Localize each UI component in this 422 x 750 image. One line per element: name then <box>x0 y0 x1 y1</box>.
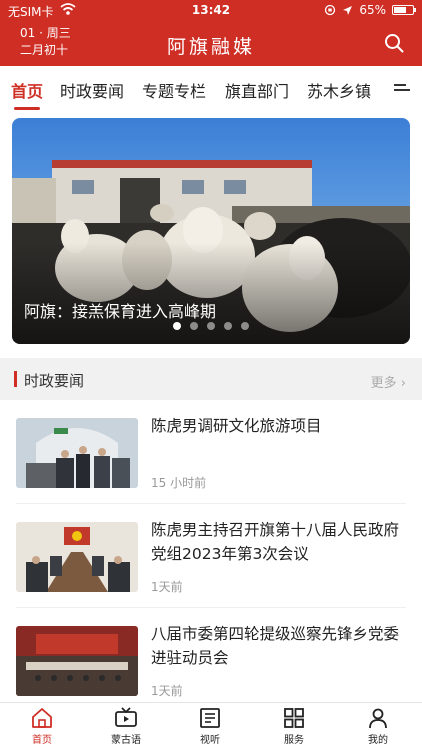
bottom-nav: 首页 蒙古语 视听 服务 我的 <box>0 702 422 750</box>
battery-icon <box>392 5 416 15</box>
news-thumbnail <box>16 626 138 696</box>
news-item[interactable]: 陈虎男主持召开旗第十八届人民政府党组2023年第3次会议 1天前 <box>0 504 422 608</box>
news-item[interactable]: 八届市委第四轮提级巡察先锋乡党委进驻动员会 1天前 <box>0 608 422 712</box>
carousel-dot-5[interactable] <box>241 322 249 330</box>
tab-townships[interactable]: 苏木乡镇 <box>307 78 371 102</box>
nav-label: 服务 <box>284 735 304 746</box>
active-tab-indicator <box>14 107 40 110</box>
tab-politics-news[interactable]: 时政要闻 <box>60 78 124 102</box>
app-header: 01 · 周三 二月初十 阿旗融媒 <box>0 20 422 66</box>
nav-label: 我的 <box>368 735 388 746</box>
app-title: 阿旗融媒 <box>166 36 255 58</box>
nav-profile[interactable]: 我的 <box>336 703 420 750</box>
nav-media[interactable]: 视听 <box>168 703 252 750</box>
status-bar: 无SIM卡 13:42 65% <box>0 0 422 20</box>
user-icon <box>369 708 387 729</box>
tab-home[interactable]: 首页 <box>11 78 43 102</box>
tab-departments[interactable]: 旗直部门 <box>225 78 289 102</box>
search-icon[interactable] <box>384 33 404 53</box>
rotation-lock-icon <box>325 4 336 16</box>
news-title: 八届市委第四轮提级巡察先锋乡党委进驻动员会 <box>151 625 400 667</box>
news-title: 陈虎男调研文化旅游项目 <box>151 417 322 435</box>
carousel-dot-3[interactable] <box>207 322 215 330</box>
home-icon <box>32 708 52 728</box>
nav-mongolian[interactable]: 蒙古语 <box>84 703 168 750</box>
news-thumbnail <box>16 522 138 592</box>
carousel-dot-1[interactable] <box>173 322 181 330</box>
nav-services[interactable]: 服务 <box>252 703 336 750</box>
carousel-dots <box>12 322 410 330</box>
nav-home[interactable]: 首页 <box>0 703 84 750</box>
chevron-right-icon: › <box>400 376 406 391</box>
nav-label: 首页 <box>32 735 52 746</box>
news-item[interactable]: 陈虎男调研文化旅游项目 15 小时前 <box>0 400 422 504</box>
location-icon <box>343 5 353 15</box>
section-title: 时政要闻 <box>24 372 85 390</box>
menu-icon[interactable] <box>394 84 410 96</box>
carousel-dot-2[interactable] <box>190 322 198 330</box>
more-label: 更多 <box>370 376 397 391</box>
carousel-dot-4[interactable] <box>224 322 232 330</box>
nav-label: 蒙古语 <box>111 735 141 746</box>
tv-icon <box>115 707 137 727</box>
nav-label: 视听 <box>200 735 220 746</box>
grid-icon <box>284 708 304 728</box>
section-header: 时政要闻 更多 › <box>0 358 422 400</box>
category-tabs: 首页 时政要闻 专题专栏 旗直部门 苏木乡镇 <box>0 66 422 112</box>
tab-special-topics[interactable]: 专题专栏 <box>142 78 206 102</box>
more-link[interactable]: 更多 › <box>371 372 406 391</box>
news-thumbnail <box>16 418 138 488</box>
news-time: 1天前 <box>151 684 183 698</box>
news-time: 15 小时前 <box>151 476 207 490</box>
banner-carousel[interactable]: 阿旗：接羔保育进入高峰期 <box>12 118 410 344</box>
news-time: 1天前 <box>151 580 183 594</box>
news-title: 陈虎男主持召开旗第十八届人民政府党组2023年第3次会议 <box>151 521 400 563</box>
section-marker <box>14 371 17 387</box>
battery-percent: 65% <box>359 3 386 17</box>
newspaper-icon <box>200 708 220 728</box>
banner-caption: 阿旗：接羔保育进入高峰期 <box>24 302 217 321</box>
